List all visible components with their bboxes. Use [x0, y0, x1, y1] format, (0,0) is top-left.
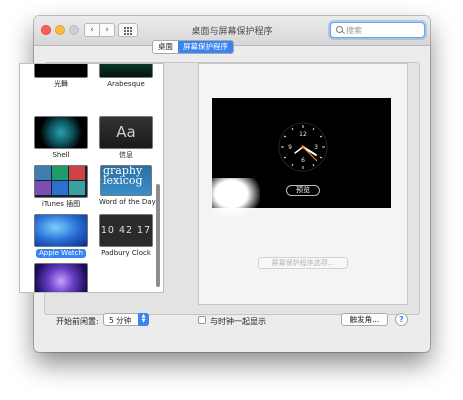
screensaver-list[interactable]: 光舞 Arabesque Shell Aa 信息 iTunes 插图 graph… — [19, 63, 164, 293]
random-thumbnail — [34, 263, 88, 292]
screensaver-item-random[interactable]: 随机 — [34, 263, 88, 292]
screensaver-label: Shell — [52, 151, 70, 159]
window-title: 桌面与屏幕保护程序 — [191, 27, 273, 37]
search-field[interactable]: 搜索 — [330, 22, 425, 38]
screensaver-label: 光舞 — [54, 80, 68, 88]
tab-segmented-control: 桌面 屏幕保护程序 — [152, 40, 234, 54]
flurry-thumbnail — [34, 64, 88, 78]
show-with-clock-checkbox[interactable] — [198, 316, 206, 324]
screensaver-options-button[interactable]: 屏幕保护程序选项... — [258, 257, 348, 269]
show-all-button[interactable] — [118, 23, 138, 37]
screensaver-label: 信息 — [119, 151, 133, 159]
word-of-the-day-thumbnail: graphy lexicog — [100, 165, 152, 196]
clock-number-12: 12 — [299, 131, 307, 138]
minimize-button[interactable] — [55, 25, 65, 35]
chevron-updown-icon: ▲ ▼ — [138, 313, 149, 326]
preview-cursor-glow — [212, 178, 260, 218]
apple-watch-thumbnail — [34, 214, 88, 247]
search-icon — [336, 26, 343, 33]
idle-time-value: 5 分钟 — [109, 316, 132, 325]
forward-button[interactable]: › — [99, 23, 115, 37]
screensaver-label: Arabesque — [107, 80, 145, 88]
preview-button[interactable]: 预览 — [286, 185, 320, 196]
screensaver-item-padbury-clock[interactable]: 10 42 17 Padbury Clock — [99, 214, 153, 258]
screensaver-label-selected: Apple Watch — [36, 249, 86, 258]
help-button[interactable]: ? — [395, 313, 408, 326]
screensaver-item-flurry[interactable]: 光舞 — [34, 64, 88, 89]
screensaver-label: iTunes 插图 — [41, 200, 81, 208]
arabesque-thumbnail — [99, 64, 153, 78]
clock-number-3: 3 — [314, 144, 318, 151]
screensaver-item-itunes-artwork[interactable]: iTunes 插图 — [34, 165, 88, 209]
padbury-clock-thumbnail: 10 42 17 — [99, 214, 153, 247]
hot-corners-button[interactable]: 触发角... — [341, 313, 388, 326]
close-button[interactable] — [41, 25, 51, 35]
search-placeholder: 搜索 — [346, 26, 362, 35]
back-button[interactable]: ‹ — [84, 23, 100, 37]
screensaver-item-apple-watch[interactable]: Apple Watch — [34, 214, 88, 258]
screensaver-label: Word of the Day — [99, 198, 156, 206]
screensaver-item-word-of-the-day[interactable]: graphy lexicog Word of the Day — [99, 165, 156, 207]
list-scrollbar[interactable] — [156, 184, 160, 287]
clock-number-6: 6 — [301, 157, 305, 164]
start-after-label: 开始前闲置: — [56, 317, 99, 326]
clock-number-9: 9 — [288, 144, 292, 151]
zoom-button[interactable] — [69, 25, 79, 35]
show-with-clock-label[interactable]: 与时钟一起显示 — [210, 316, 266, 327]
screensaver-item-message[interactable]: Aa 信息 — [99, 116, 153, 160]
tab-desktop[interactable]: 桌面 — [153, 41, 178, 53]
tab-screen-saver[interactable]: 屏幕保护程序 — [178, 41, 233, 53]
itunes-artwork-thumbnail — [34, 165, 88, 198]
screensaver-item-shell[interactable]: Shell — [34, 116, 88, 160]
screensaver-label: Padbury Clock — [101, 249, 151, 257]
shell-thumbnail — [34, 116, 88, 149]
screensaver-item-arabesque[interactable]: Arabesque — [99, 64, 153, 89]
message-thumbnail: Aa — [99, 116, 153, 149]
idle-time-select[interactable]: 5 分钟 ▲ ▼ — [103, 313, 149, 326]
